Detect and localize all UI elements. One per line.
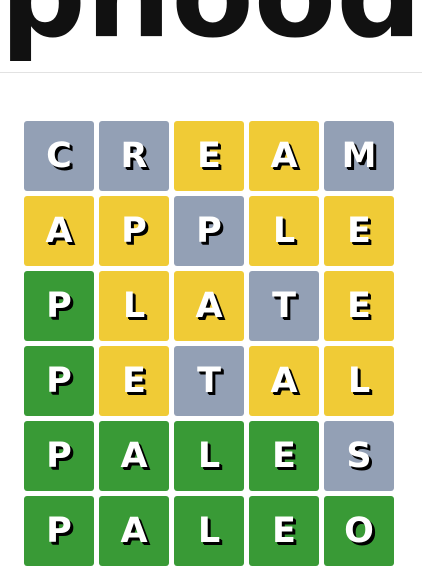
tile-r1-c2: R — [99, 121, 169, 191]
tile-r3-c4: T — [249, 271, 319, 341]
tile-r1-c5: M — [324, 121, 394, 191]
tile-r3-c1: P — [24, 271, 94, 341]
tile-r4-c1: P — [24, 346, 94, 416]
tile-r4-c3: T — [174, 346, 244, 416]
guess-row-5: P A L E S — [24, 421, 399, 491]
tile-r1-c3: E — [174, 121, 244, 191]
tile-r2-c1: A — [24, 196, 94, 266]
tile-r5-c4: E — [249, 421, 319, 491]
guess-row-1: C R E A M — [24, 121, 399, 191]
tile-r2-c2: P — [99, 196, 169, 266]
tile-r5-c1: P — [24, 421, 94, 491]
tile-r2-c4: L — [249, 196, 319, 266]
tile-r1-c1: C — [24, 121, 94, 191]
tile-r3-c5: E — [324, 271, 394, 341]
tile-r1-c4: A — [249, 121, 319, 191]
tile-r4-c5: L — [324, 346, 394, 416]
tile-r5-c2: A — [99, 421, 169, 491]
app-header: phoodle — [0, 0, 422, 73]
tile-r6-c5: O — [324, 496, 394, 566]
tile-r5-c3: L — [174, 421, 244, 491]
tile-r5-c5: S — [324, 421, 394, 491]
tile-r6-c3: L — [174, 496, 244, 566]
tile-r3-c2: L — [99, 271, 169, 341]
tile-r6-c1: P — [24, 496, 94, 566]
tile-r2-c3: P — [174, 196, 244, 266]
phoodle-logo: phoodle — [0, 0, 422, 56]
tile-r4-c4: A — [249, 346, 319, 416]
guess-row-3: P L A T E — [24, 271, 399, 341]
guess-row-2: A P P L E — [24, 196, 399, 266]
guess-row-4: P E T A L — [24, 346, 399, 416]
tile-r6-c2: A — [99, 496, 169, 566]
tile-r6-c4: E — [249, 496, 319, 566]
tile-r3-c3: A — [174, 271, 244, 341]
tile-r4-c2: E — [99, 346, 169, 416]
game-board: C R E A M A P P L E P L A T E P E T A L … — [24, 121, 399, 571]
tile-r2-c5: E — [324, 196, 394, 266]
guess-row-6: P A L E O — [24, 496, 399, 566]
